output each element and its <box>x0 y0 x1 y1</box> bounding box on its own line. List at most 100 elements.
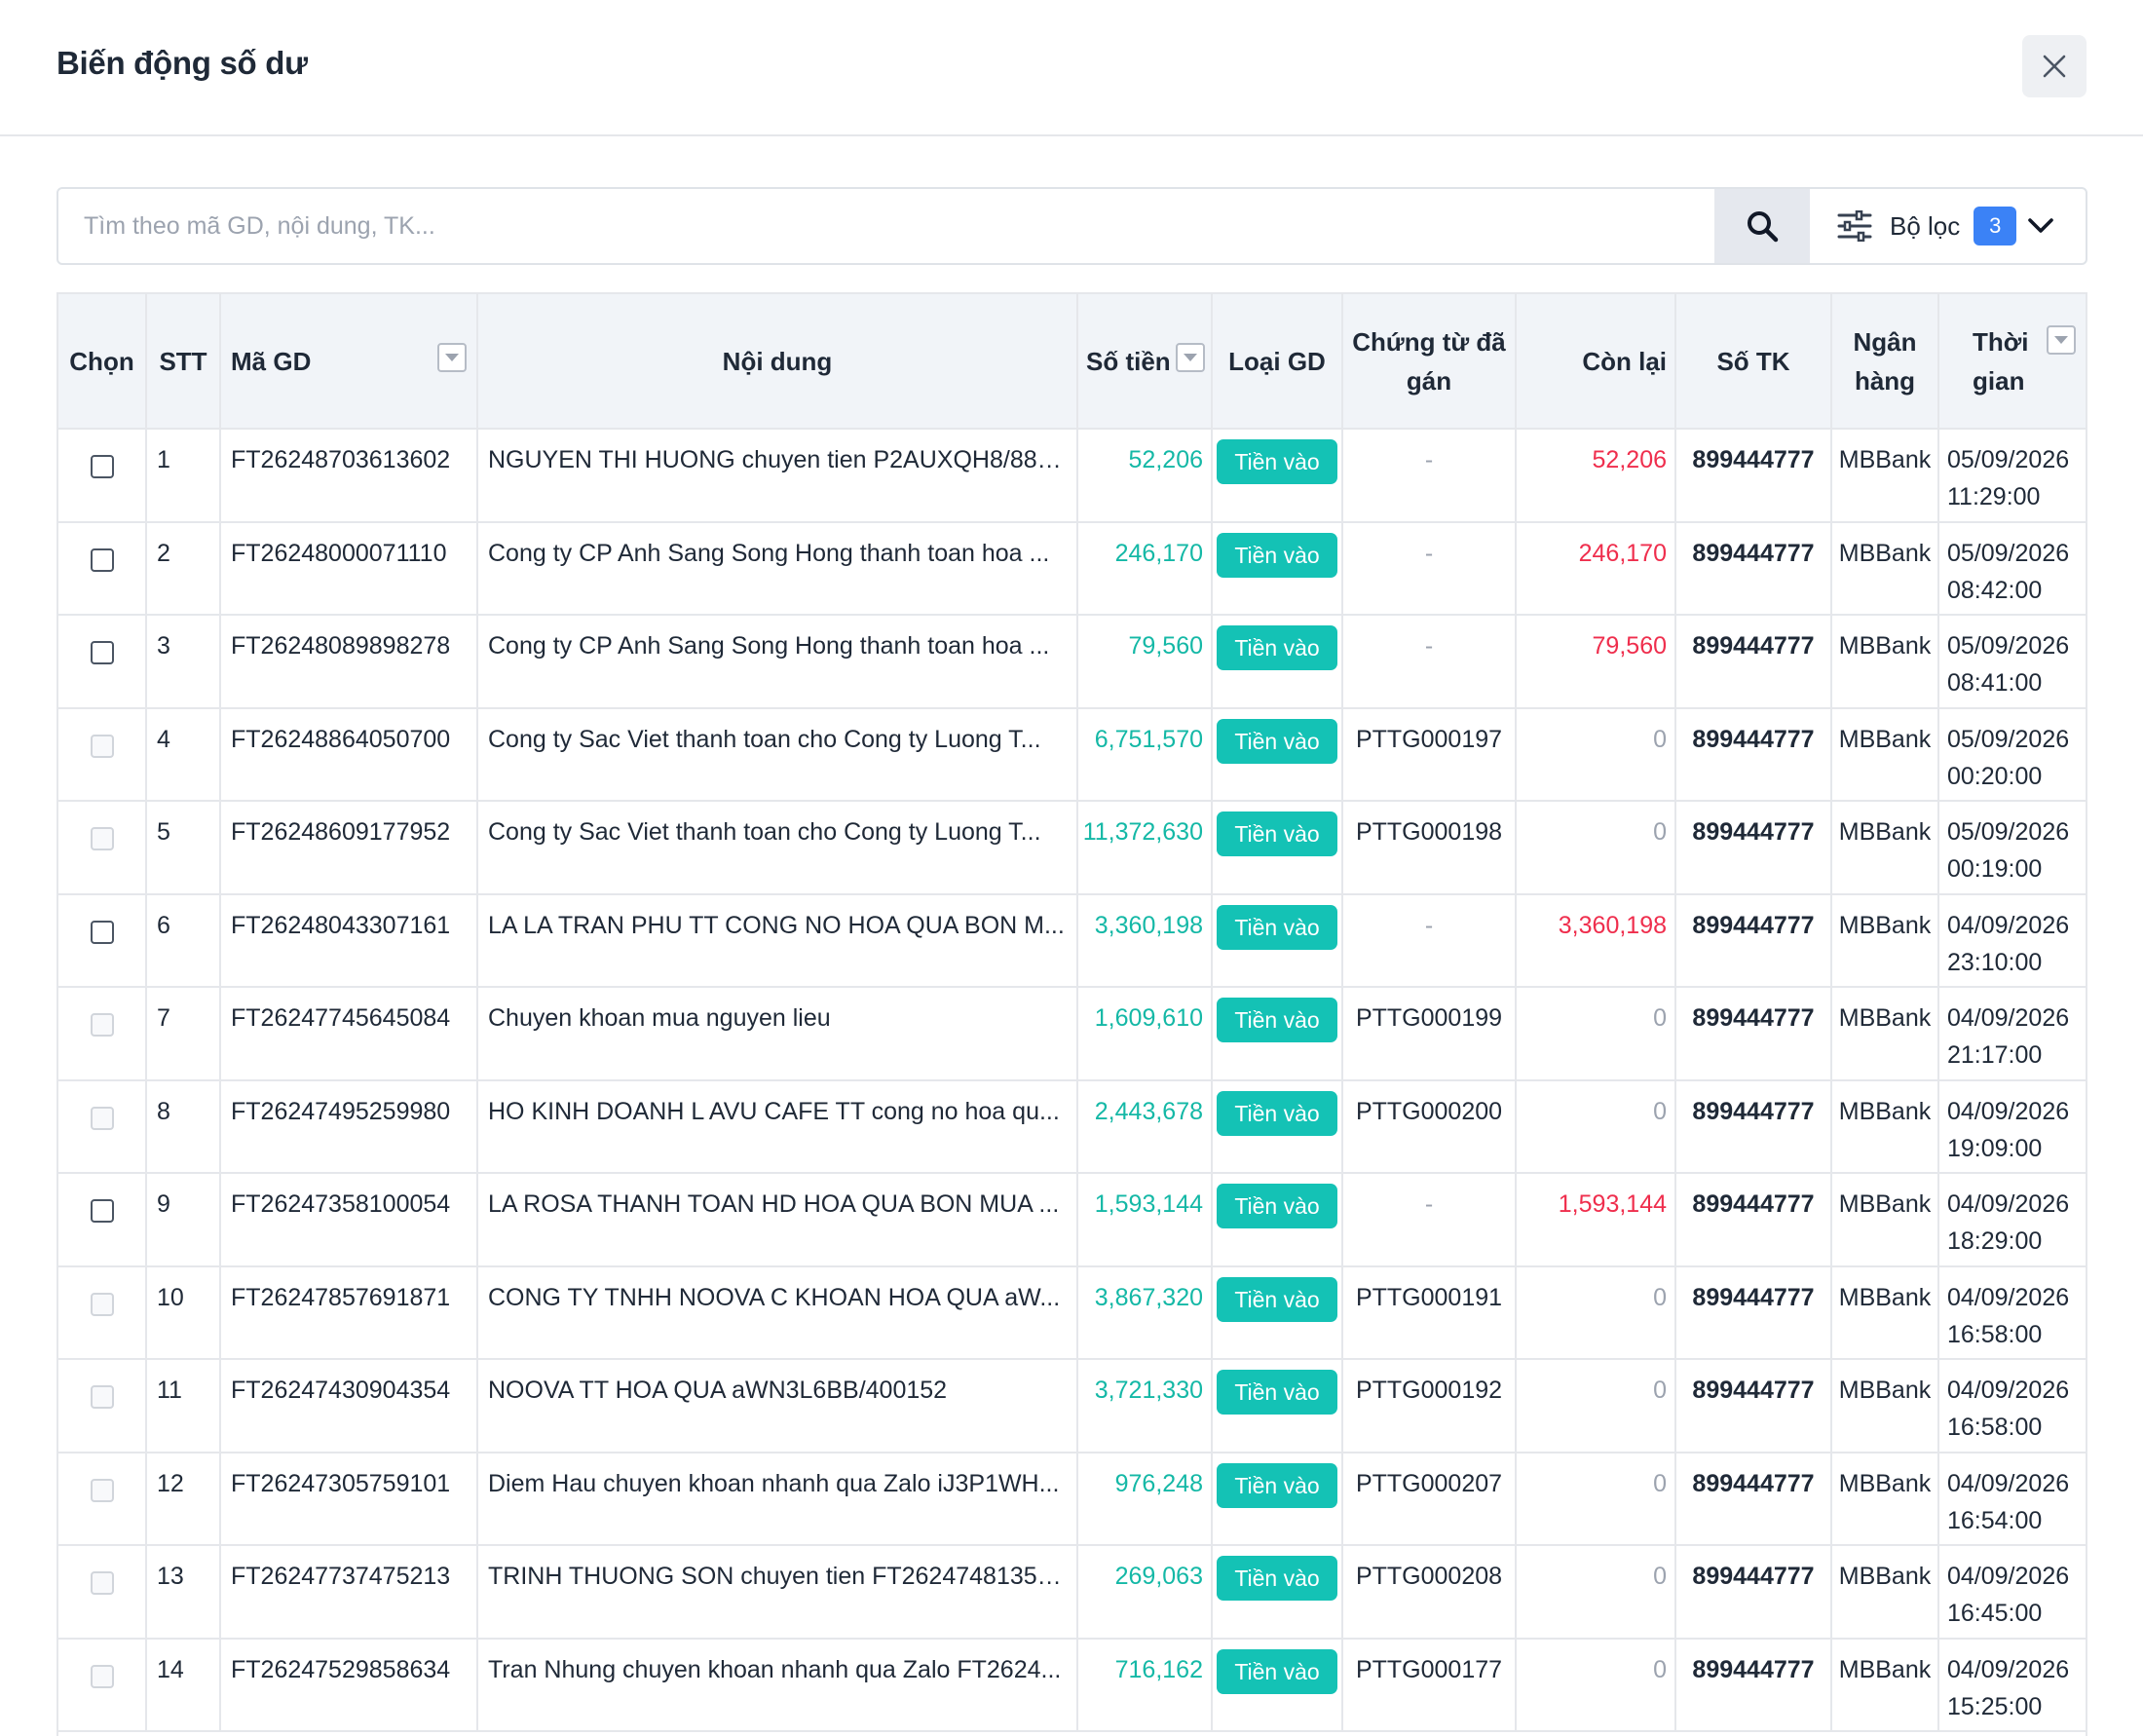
remaining-cell: 3,360,198 <box>1516 893 1676 988</box>
table-row[interactable]: 4 FT26248864050700 Cong ty Sac Viet thanh … <box>58 707 2086 802</box>
table-row[interactable]: 14 FT26247529858634 Tran Nhung chuyen khoa… <box>58 1638 2086 1732</box>
header-amount[interactable]: Số tiền <box>1077 294 1213 430</box>
transaction-code-cell: FT26247745645084 <box>220 987 478 1081</box>
table-row[interactable]: 1 FT26248703613602 NGUYEN THI HUONG chuyen… <box>58 429 2086 523</box>
table-row[interactable]: 2 FT26248000071110 Cong ty CP Anh Sang Son… <box>58 521 2086 616</box>
time-cell: 04/09/2026 21:17:00 <box>1938 987 2086 1081</box>
transaction-code-cell: FT26248089898278 <box>220 615 478 709</box>
amount-cell: 6,751,570 <box>1077 707 1213 802</box>
amount-cell: 976,248 <box>1077 1452 1213 1546</box>
type-cell: Tiền vào <box>1212 1545 1343 1640</box>
header-account: Số TK <box>1675 294 1832 430</box>
date-text: 04/09/2026 <box>1947 1563 2070 1590</box>
stt-cell: 11 <box>146 1359 221 1453</box>
transaction-type-badge: Tiền vào <box>1217 532 1337 578</box>
time-cell: 05/09/2026 08:41:00 <box>1938 615 2086 709</box>
search-input[interactable] <box>58 189 1714 263</box>
select-cell <box>58 1079 147 1174</box>
amount-cell: 2,443,678 <box>1077 1079 1213 1174</box>
voucher-cell: PTTG000177 <box>1342 1638 1517 1732</box>
time-text: 19:09:00 <box>1947 1134 2043 1162</box>
stt-cell: 8 <box>146 1079 221 1174</box>
row-checkbox[interactable] <box>90 920 114 944</box>
filter-label: Bộ lọc <box>1890 210 1961 241</box>
type-cell: Tiền vào <box>1212 707 1343 802</box>
filter-button[interactable]: Bộ lọc 3 <box>1810 189 2086 263</box>
row-checkbox[interactable] <box>90 1199 114 1223</box>
time-cell: 05/09/2026 00:20:00 <box>1938 707 2086 802</box>
table-row[interactable]: 8 FT26247495259980 HO KINH DOANH L AVU CAF… <box>58 1079 2086 1174</box>
transaction-type-badge: Tiền vào <box>1217 1184 1337 1228</box>
date-text: 04/09/2026 <box>1947 911 2070 939</box>
header-content: Nội dung <box>477 294 1078 430</box>
type-cell: Tiền vào <box>1212 429 1343 523</box>
content-cell: TRINH THUONG SON chuyen tien FT262474813… <box>477 1545 1078 1640</box>
remaining-cell: 0 <box>1516 1265 1676 1360</box>
close-button[interactable] <box>2022 35 2087 97</box>
account-cell: 899444777 <box>1675 429 1832 523</box>
time-text: 15:25:00 <box>1947 1692 2043 1720</box>
modal-title: Biến động số dư <box>56 45 308 81</box>
type-cell: Tiền vào <box>1212 1079 1343 1174</box>
table-row[interactable]: 9 FT26247358100054 LA ROSA THANH TOAN HD H… <box>58 1173 2086 1267</box>
close-icon <box>2043 55 2066 78</box>
transaction-type-badge: Tiền vào <box>1217 1648 1337 1694</box>
header-voucher-label: Chứng từ đã gán <box>1352 326 1506 396</box>
select-cell <box>58 1545 147 1640</box>
content-cell: Cong ty CP Anh Sang Song Hong thanh toan… <box>477 521 1078 616</box>
header-amount-label: Số tiền <box>1086 346 1171 376</box>
table-row[interactable]: 7 FT26247745645084 Chuyen khoan mua nguyen… <box>58 987 2086 1081</box>
row-checkbox[interactable] <box>90 455 114 478</box>
transaction-code-cell: FT26247430904354 <box>220 1359 478 1453</box>
select-cell <box>58 1359 147 1453</box>
search-button[interactable] <box>1714 189 1810 263</box>
table-row[interactable]: 12 FT26247305759101 Diem Hau chuyen khoan … <box>58 1452 2086 1546</box>
header-type: Loại GD <box>1212 294 1343 430</box>
row-checkbox <box>90 1106 114 1130</box>
table-row[interactable]: 10 FT26247857691871 CONG TY TNHH NOOVA C K… <box>58 1265 2086 1360</box>
table-row[interactable]: 5 FT26248609177952 Cong ty Sac Viet thanh … <box>58 801 2086 895</box>
bank-cell: MBBank <box>1831 615 1939 709</box>
account-cell: 899444777 <box>1675 1452 1832 1546</box>
header-select: Chọn <box>58 294 147 430</box>
header-code[interactable]: Mã GD <box>220 294 478 430</box>
account-cell: 899444777 <box>1675 1265 1832 1360</box>
time-text: 08:42:00 <box>1947 576 2043 604</box>
search-icon <box>1748 211 1779 243</box>
time-cell: 05/09/2026 08:42:00 <box>1938 521 2086 616</box>
date-text: 04/09/2026 <box>1947 1004 2070 1032</box>
table-row[interactable]: 13 FT26247737475213 TRINH THUONG SON chuye… <box>58 1545 2086 1640</box>
remaining-cell: 0 <box>1516 1452 1676 1546</box>
filter-dropdown-icon[interactable] <box>2047 325 2076 355</box>
stt-cell: 9 <box>146 1173 221 1267</box>
filter-dropdown-icon[interactable] <box>1176 343 1205 372</box>
filter-dropdown-icon[interactable] <box>437 343 467 372</box>
date-text: 04/09/2026 <box>1947 1283 2070 1311</box>
type-cell: Tiền vào <box>1212 1638 1343 1732</box>
bank-cell: MBBank <box>1831 987 1939 1081</box>
voucher-cell: PTTG000198 <box>1342 801 1517 895</box>
stt-cell: 10 <box>146 1265 221 1360</box>
table-header: Chọn STT Mã GD Nội dung Số tiền Loại GD … <box>58 294 2086 430</box>
voucher-cell: PTTG000197 <box>1342 707 1517 802</box>
transaction-code-cell: FT26247495259980 <box>220 1079 478 1174</box>
table-row[interactable]: 3 FT26248089898278 Cong ty CP Anh Sang Son… <box>58 615 2086 709</box>
header-time[interactable]: Thời gian <box>1938 294 2086 430</box>
table-row[interactable]: 11 FT26247430904354 NOOVA TT HOA QUA aWN3L… <box>58 1359 2086 1453</box>
time-text: 16:58:00 <box>1947 1320 2043 1348</box>
time-text: 16:54:00 <box>1947 1506 2043 1534</box>
date-text: 04/09/2026 <box>1947 1097 2070 1125</box>
row-checkbox[interactable] <box>90 547 114 572</box>
select-cell <box>58 615 147 709</box>
voucher-cell: PTTG000199 <box>1342 987 1517 1081</box>
type-cell: Tiền vào <box>1212 893 1343 988</box>
time-text: 08:41:00 <box>1947 669 2043 697</box>
stt-cell: 1 <box>146 429 221 523</box>
table-row[interactable]: 6 FT26248043307161 LA LA TRAN PHU TT CONG … <box>58 893 2086 988</box>
time-cell: 04/09/2026 16:58:00 <box>1938 1265 2086 1360</box>
time-cell: 04/09/2026 16:45:00 <box>1938 1545 2086 1640</box>
remaining-cell: 0 <box>1516 987 1676 1081</box>
bank-cell: MBBank <box>1831 801 1939 895</box>
stt-cell: 5 <box>146 801 221 895</box>
row-checkbox[interactable] <box>90 641 114 664</box>
